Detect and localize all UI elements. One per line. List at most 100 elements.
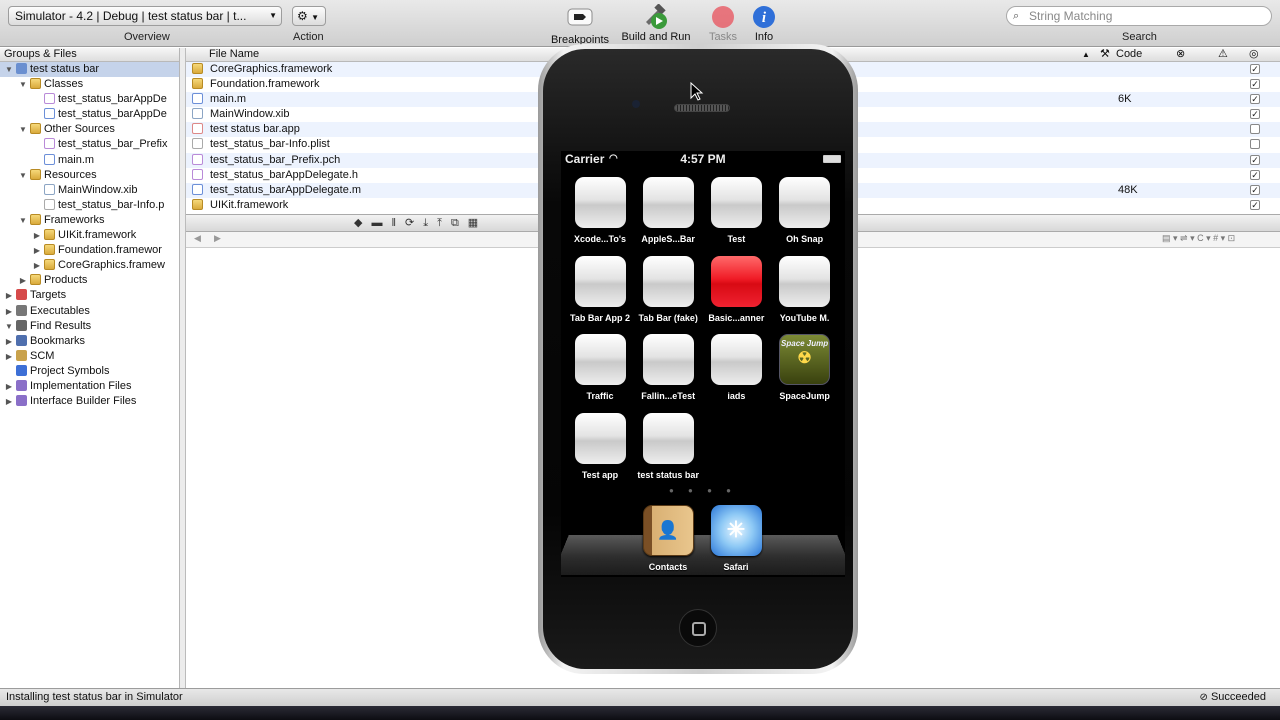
disclosure-triangle-icon[interactable]: ▶ [4, 349, 14, 364]
app-icon[interactable]: Oh Snap [771, 177, 839, 244]
simulator-screen[interactable]: Carrier ◠ 4:57 PM Xcode...To's AppleS...B… [561, 151, 845, 577]
disclosure-triangle-icon[interactable]: ▶ [32, 243, 42, 258]
action-popup[interactable]: ⚙ ▼ [292, 6, 326, 26]
app-icon[interactable]: AppleS...Bar [634, 177, 702, 244]
target-checkbox[interactable]: ✓ [1250, 154, 1260, 165]
target-checkbox[interactable] [1250, 124, 1260, 135]
sidebar-item[interactable]: ▶ Implementation Files [0, 379, 179, 394]
dock-app-image: ✳ [710, 505, 762, 556]
target-checkbox[interactable]: ✓ [1250, 94, 1260, 105]
editor-nav-menus[interactable]: ▤ ▾ ⇌ ▾ C ▾ # ▾ ⊡ [1162, 233, 1235, 244]
status-bar: Installing test status bar in Simulator … [0, 688, 1280, 706]
disclosure-triangle-icon[interactable]: ▶ [4, 334, 14, 349]
info-label: Info [754, 31, 774, 43]
disclosure-triangle-icon[interactable] [32, 107, 42, 122]
sidebar-item[interactable]: ▶ SCM [0, 349, 179, 364]
home-button[interactable] [679, 609, 717, 647]
app-icon[interactable]: Tab Bar App 2 [566, 255, 634, 323]
disclosure-triangle-icon[interactable]: ▼ [4, 62, 14, 77]
build-and-run-button[interactable]: Build and Run [621, 2, 691, 43]
disclosure-triangle-icon[interactable]: ▼ [18, 168, 28, 183]
sidebar-item[interactable]: test_status_barAppDe [0, 107, 179, 122]
disclosure-triangle-icon[interactable] [32, 198, 42, 213]
code-column-header[interactable]: Code [1116, 48, 1142, 61]
sidebar-item[interactable]: ▶ Foundation.framewor [0, 243, 179, 258]
disclosure-triangle-icon[interactable] [32, 137, 42, 152]
sidebar-item[interactable]: ▶ Products [0, 273, 179, 288]
app-icon[interactable]: YouTube M. [771, 255, 839, 323]
sidebar-item[interactable]: ▼ Resources [0, 168, 179, 183]
sidebar-item[interactable]: ▼ Find Results [0, 319, 179, 334]
disclosure-triangle-icon[interactable]: ▼ [18, 122, 28, 137]
disclosure-triangle-icon[interactable]: ▼ [18, 213, 28, 228]
sidebar-item[interactable]: test_status_barAppDe [0, 92, 179, 107]
target-checkbox[interactable] [1250, 139, 1260, 150]
app-icon[interactable]: Traffic [566, 334, 634, 401]
app-icon-image [642, 412, 694, 464]
sidebar-item[interactable]: ▶ Targets [0, 288, 179, 303]
file-name-column-header[interactable]: File Name [209, 48, 259, 61]
app-label: Test app [581, 469, 619, 480]
app-icon[interactable]: Test [702, 177, 770, 244]
app-icon[interactable]: iads [702, 334, 770, 401]
app-icon[interactable]: Fallin...eTest [634, 334, 702, 401]
disclosure-triangle-icon[interactable]: ▶ [18, 273, 28, 288]
sidebar-item[interactable]: main.m [0, 153, 179, 168]
search-input[interactable]: ⌕ String Matching [1006, 6, 1272, 26]
breakpoints-button[interactable]: Breakpoints [545, 2, 615, 46]
sidebar-item[interactable]: ▼ Frameworks [0, 213, 179, 228]
app-icon-image [642, 255, 694, 307]
sidebar-item[interactable]: ▶ Bookmarks [0, 334, 179, 349]
toolbar: Simulator - 4.2 | Debug | test status ba… [0, 0, 1280, 47]
disclosure-triangle-icon[interactable]: ▼ [18, 77, 28, 92]
m-file-icon [192, 183, 203, 195]
dock-app-icon[interactable]: ✳ Safari [702, 505, 770, 572]
sidebar-item-label: Products [44, 274, 88, 287]
hammer-column-icon: ⚒ [1100, 48, 1110, 60]
sidebar-item[interactable]: test_status_bar_Prefix [0, 137, 179, 152]
app-icon[interactable]: Xcode...To's [566, 177, 634, 244]
sidebar-item[interactable]: ▼ Classes [0, 77, 179, 92]
disclosure-triangle-icon[interactable]: ▶ [4, 288, 14, 303]
target-checkbox[interactable]: ✓ [1250, 199, 1260, 210]
target-checkbox[interactable]: ✓ [1250, 64, 1260, 74]
app-icon[interactable]: Space Jump ☢ SpaceJump [771, 334, 839, 401]
sidebar-item[interactable]: ▶ Executables [0, 304, 179, 319]
disclosure-triangle-icon[interactable] [32, 92, 42, 107]
disclosure-triangle-icon[interactable]: ▶ [4, 379, 14, 394]
disclosure-triangle-icon[interactable]: ▶ [4, 304, 14, 319]
sidebar-item[interactable]: MainWindow.xib [0, 183, 179, 198]
disclosure-triangle-icon[interactable] [32, 183, 42, 198]
disclosure-triangle-icon[interactable] [4, 364, 14, 379]
sidebar-item[interactable]: ▶ CoreGraphics.framew [0, 258, 179, 273]
app-icon[interactable]: Tab Bar (fake) [634, 255, 702, 323]
sidebar-item[interactable]: ▼ Other Sources [0, 122, 179, 137]
app-icon[interactable]: test status bar [634, 412, 702, 480]
target-checkbox[interactable]: ✓ [1250, 184, 1260, 195]
sidebar-item[interactable]: ▶ Interface Builder Files [0, 394, 179, 409]
target-icon [16, 289, 27, 301]
disclosure-triangle-icon[interactable] [32, 153, 42, 168]
target-checkbox[interactable]: ✓ [1250, 169, 1260, 180]
scheme-popup[interactable]: Simulator - 4.2 | Debug | test status ba… [8, 6, 282, 26]
sidebar-item[interactable]: Project Symbols [0, 364, 179, 379]
page-dots[interactable]: ● ● ● ● [561, 486, 845, 495]
dock-app-icon[interactable]: 👤 Contacts [634, 505, 702, 572]
chevron-down-icon: ▼ [269, 11, 277, 20]
file-name-cell: test status bar.app [210, 123, 300, 136]
folder-icon [192, 198, 203, 210]
forward-arrow-icon[interactable]: ▶ [214, 233, 221, 244]
app-icon[interactable]: Test app [566, 412, 634, 480]
sidebar-item[interactable]: ▼ test status bar [0, 62, 179, 78]
target-checkbox[interactable]: ✓ [1250, 79, 1260, 90]
disclosure-triangle-icon[interactable]: ▶ [4, 394, 14, 409]
back-arrow-icon[interactable]: ◀ [194, 233, 201, 244]
sidebar-item[interactable]: test_status_bar-Info.p [0, 198, 179, 213]
disclosure-triangle-icon[interactable]: ▼ [4, 319, 14, 334]
disclosure-triangle-icon[interactable]: ▶ [32, 258, 42, 273]
target-checkbox[interactable]: ✓ [1250, 109, 1260, 120]
sidebar-item[interactable]: ▶ UIKit.framework [0, 228, 179, 243]
app-icon[interactable]: Basic...anner [702, 255, 770, 323]
disclosure-triangle-icon[interactable]: ▶ [32, 228, 42, 243]
info-button[interactable]: i Info [729, 2, 799, 43]
